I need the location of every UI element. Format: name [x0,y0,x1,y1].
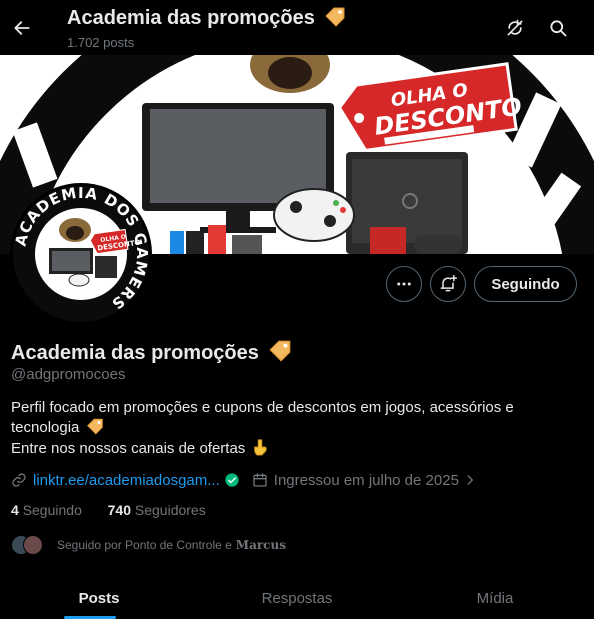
search-button[interactable] [542,12,574,44]
followers-stat[interactable]: 740 Seguidores [108,502,206,518]
more-button[interactable] [386,266,422,302]
tab-posts[interactable]: Posts [0,577,198,619]
price-tag-emoji-icon [269,340,291,362]
profile-bio: Perfil focado em promoções e cupons de d… [11,398,571,459]
profile-meta: linktr.ee/academiadosgam... Ingressou em… [11,470,477,490]
search-icon [550,20,567,37]
notify-button[interactable] [430,266,466,302]
followed-by[interactable]: Seguido por Ponto de Controle e Marcus [11,534,286,556]
follow-stats: 4 Seguindo 740 Seguidores [11,502,206,518]
avatar-logo: ACADEMIA DOS GAMERS OLHA O DESCONTO [13,186,149,322]
profile-handle: @adgpromocoes [11,366,126,383]
tab-media[interactable]: Mídia [396,577,594,619]
link-icon [12,473,26,487]
header-title: Academia das promoções [67,7,346,30]
refresh-crossed-icon [507,19,523,36]
post-count: 1.702 posts [67,35,135,50]
back-button[interactable] [6,12,38,44]
tab-replies[interactable]: Respostas [198,577,396,619]
arrow-left-icon [14,21,30,35]
refresh-button[interactable] [499,12,531,44]
price-tag-emoji-icon [86,418,103,435]
following-stat[interactable]: 4 Seguindo [11,502,82,518]
chevron-right-icon[interactable] [463,473,477,487]
profile-avatar[interactable]: ACADEMIA DOS GAMERS OLHA O DESCONTO [10,183,152,325]
bio-line: Perfil focado em promoções e cupons de d… [11,399,514,416]
point-down-emoji-icon [254,439,268,456]
bell-plus-icon [440,274,458,292]
top-bar: Academia das promoções 1.702 posts [0,0,594,55]
profile-link[interactable]: linktr.ee/academiadosgam... [33,472,220,489]
profile-tabs: Posts Respostas Mídia [0,577,594,619]
calendar-icon [253,473,267,487]
price-tag-emoji-icon [325,7,345,27]
follower-avatar [23,535,43,555]
joined-date: Ingressou em julho de 2025 [273,471,459,489]
bio-line-with-emoji: tecnologia [11,418,571,438]
following-button[interactable]: Seguindo [474,266,577,302]
verified-check-icon [225,473,239,487]
profile-name: Academia das promoções [11,340,292,365]
more-horizontal-icon [397,282,411,286]
bio-line-with-emoji: Entre nos nossos canais de ofertas [11,438,571,459]
